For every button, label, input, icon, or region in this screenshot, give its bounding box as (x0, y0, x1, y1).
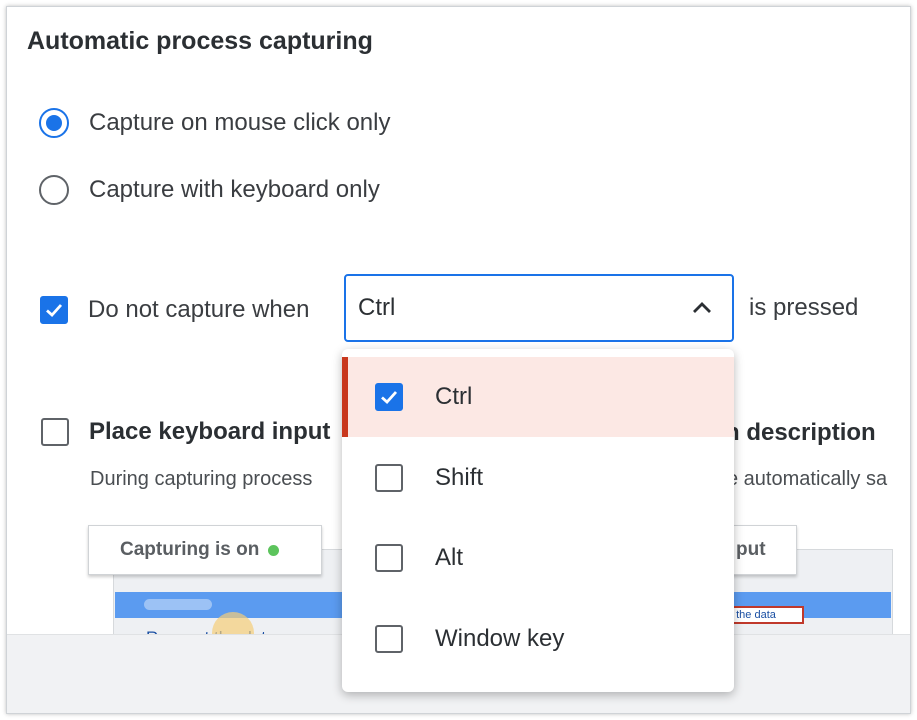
keyboard-input-row: Place keyboard input (41, 418, 330, 446)
status-dot-icon (268, 544, 280, 556)
key-dropdown-menu: Ctrl Shift Alt Window key (342, 349, 734, 692)
illustration-highlight-box: t the data (726, 606, 804, 624)
illustration-pill (144, 599, 212, 610)
checkmark-icon (381, 391, 398, 404)
dropdown-option-window-key[interactable]: Window key (342, 599, 734, 679)
key-select[interactable]: Ctrl (344, 274, 734, 342)
keyboard-input-title: Place keyboard input (89, 418, 331, 445)
exclude-key-row: Do not capture when (40, 296, 309, 324)
option-checkbox[interactable] (375, 625, 403, 653)
option-label: Shift (435, 464, 484, 491)
chevron-up-icon (693, 302, 711, 313)
dropdown-option-shift[interactable]: Shift (342, 438, 734, 518)
option-checkbox[interactable] (375, 464, 403, 492)
radio-label: Capture on mouse click only (89, 109, 391, 136)
is-pressed-label: is pressed (749, 294, 859, 321)
radio-button-selected[interactable] (39, 108, 69, 138)
keyboard-input-description-tail: e automatically sa (727, 468, 888, 490)
option-checkbox[interactable] (375, 544, 403, 572)
radio-button[interactable] (39, 175, 69, 205)
keyboard-input-title-tail: n description (725, 419, 876, 446)
settings-panel: Automatic process capturing Capture on m… (6, 6, 911, 714)
option-label: Window key (435, 625, 565, 652)
checkmark-icon (46, 304, 63, 317)
dropdown-option-alt[interactable]: Alt (342, 518, 734, 598)
radio-label: Capture with keyboard only (89, 176, 380, 203)
input-badge-label: put (736, 539, 766, 560)
option-checkbox[interactable] (375, 383, 403, 411)
option-label: Alt (435, 544, 464, 571)
capturing-status-badge: Capturing is on (88, 525, 322, 575)
keyboard-input-checkbox[interactable] (41, 418, 69, 446)
key-select-value: Ctrl (358, 294, 396, 321)
radio-mouse-click-only[interactable]: Capture on mouse click only (39, 108, 390, 138)
section-title: Automatic process capturing (27, 27, 373, 55)
dropdown-option-ctrl[interactable]: Ctrl (342, 357, 734, 437)
capturing-status-label: Capturing is on (120, 539, 260, 560)
option-label: Ctrl (435, 383, 473, 410)
exclude-key-checkbox[interactable] (40, 296, 68, 324)
exclude-key-label: Do not capture when (88, 296, 310, 323)
radio-keyboard-only[interactable]: Capture with keyboard only (39, 175, 380, 205)
keyboard-input-description: During capturing process (90, 468, 313, 490)
